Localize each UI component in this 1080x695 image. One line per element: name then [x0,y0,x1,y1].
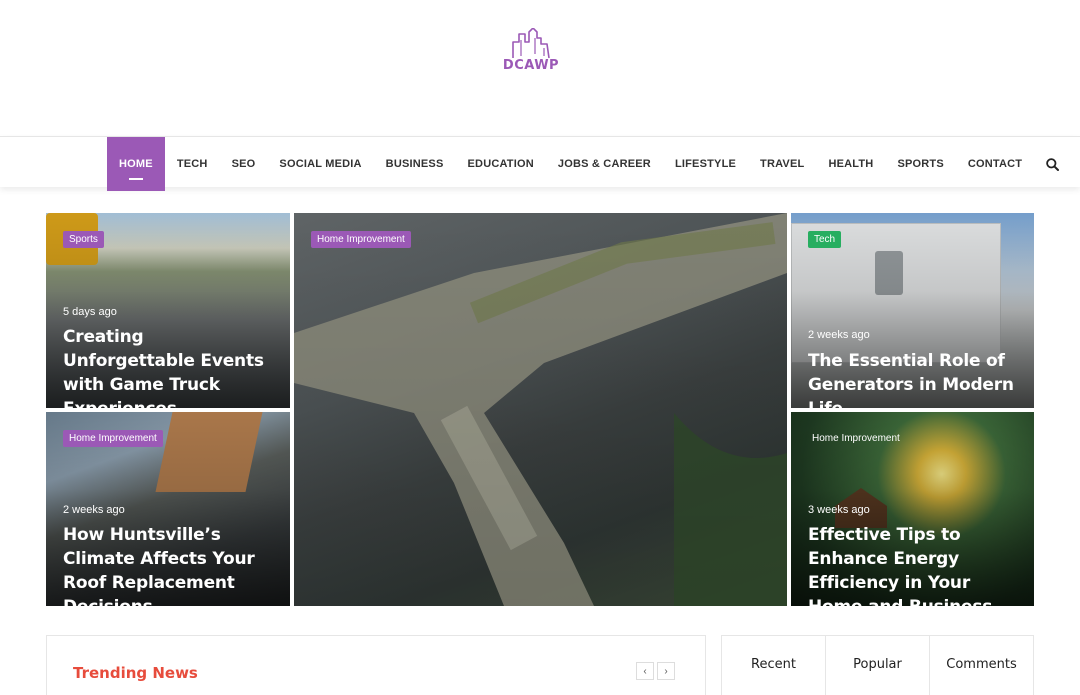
post-title[interactable]: How Huntsville’s Climate Affects Your Ro… [63,523,278,606]
featured-post-card-large[interactable]: Home Improvement [294,213,787,606]
main-nav: HOME TECH SEO SOCIAL MEDIA BUSINESS EDUC… [0,136,1080,191]
post-title[interactable]: The Essential Role of Generators in Mode… [808,349,1022,408]
nav-item-social-media[interactable]: SOCIAL MEDIA [267,137,373,191]
category-badge[interactable]: Home Improvement [63,430,163,447]
trending-news-section: Trending News ‹ › [46,635,706,695]
site-logo[interactable]: DCAWP [496,28,566,80]
tab-comments[interactable]: Comments [930,636,1033,695]
site-header: DCAWP [0,0,1080,136]
nav-item-health[interactable]: HEALTH [816,137,885,191]
nav-item-tech[interactable]: TECH [165,137,220,191]
nav-item-home[interactable]: HOME [107,137,165,191]
featured-post-card[interactable]: Sports 5 days ago Creating Unforgettable… [46,213,290,408]
nav-item-jobs-career[interactable]: JOBS & CAREER [546,137,663,191]
post-title[interactable]: Effective Tips to Enhance Energy Efficie… [808,523,1022,606]
post-title[interactable]: Creating Unforgettable Events with Game … [63,325,278,408]
featured-post-card[interactable]: Home Improvement 2 weeks ago How Huntsvi… [46,412,290,606]
chevron-right-icon[interactable]: › [657,662,675,680]
nav-item-education[interactable]: EDUCATION [456,137,546,191]
chevron-left-icon[interactable]: ‹ [636,662,654,680]
category-badge[interactable]: Sports [63,231,104,248]
sidebar-tabs: Recent Popular Comments [721,635,1034,695]
post-time: 2 weeks ago [808,329,870,341]
trending-nav: ‹ › [636,662,675,680]
nav-item-contact[interactable]: CONTACT [956,137,1034,191]
nav-item-travel[interactable]: TRAVEL [748,137,816,191]
nav-item-seo[interactable]: SEO [220,137,268,191]
logo-text: DCAWP [502,58,560,73]
featured-post-card[interactable]: Home Improvement 3 weeks ago Effective T… [791,412,1034,606]
featured-post-card[interactable]: Tech 2 weeks ago The Essential Role of G… [791,213,1034,408]
category-badge[interactable]: Home Improvement [311,231,411,248]
search-button[interactable] [1034,137,1071,191]
post-time: 3 weeks ago [808,504,870,516]
tab-popular[interactable]: Popular [826,636,930,695]
post-time: 5 days ago [63,306,117,318]
post-time: 2 weeks ago [63,504,125,516]
trending-news-title: Trending News [73,664,198,682]
city-skyline-icon [512,28,550,59]
category-badge[interactable]: Home Improvement [808,430,906,447]
search-icon [1046,157,1060,171]
nav-item-sports[interactable]: SPORTS [885,137,955,191]
nav-item-business[interactable]: BUSINESS [374,137,456,191]
tab-recent[interactable]: Recent [722,636,826,695]
nav-menu: HOME TECH SEO SOCIAL MEDIA BUSINESS EDUC… [107,137,1071,191]
nav-item-lifestyle[interactable]: LIFESTYLE [663,137,748,191]
category-badge[interactable]: Tech [808,231,842,248]
